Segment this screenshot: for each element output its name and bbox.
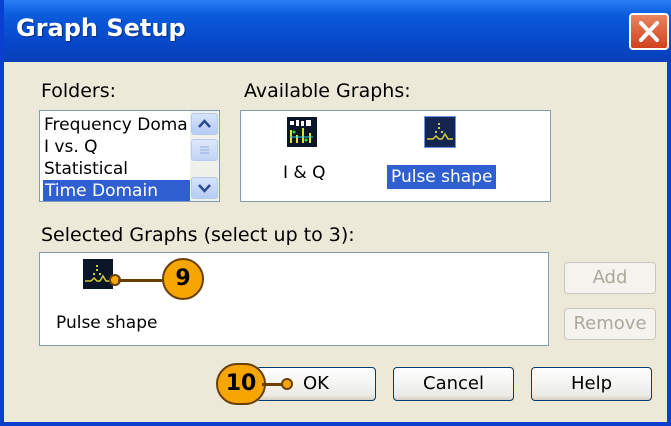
- folder-item-time-domain[interactable]: Time Domain: [43, 180, 191, 201]
- graph-item-iq-label: I & Q: [283, 163, 326, 183]
- cancel-button[interactable]: Cancel: [393, 367, 514, 401]
- graph-item-pulse-shape[interactable]: Pulse shape: [387, 116, 507, 193]
- available-graphs-label: Available Graphs:: [244, 80, 411, 102]
- folders-listbox[interactable]: Frequency Doma I vs. Q Statistical Time …: [39, 110, 220, 202]
- pulse-shape-graph-icon: [424, 116, 456, 148]
- folder-item-frequency[interactable]: Frequency Doma: [44, 114, 188, 136]
- help-button[interactable]: Help: [531, 367, 652, 401]
- available-graphs-pane: I & Q Pulse shape: [240, 110, 551, 202]
- folders-label: Folders:: [41, 80, 117, 102]
- callout-9-leader-line: [118, 279, 168, 282]
- folders-scrollbar[interactable]: [190, 111, 219, 201]
- selected-graphs-label: Selected Graphs (select up to 3):: [41, 224, 355, 246]
- close-button[interactable]: [629, 13, 669, 50]
- grip-icon: [200, 146, 209, 154]
- graph-item-pulse-shape-label: Pulse shape: [387, 165, 497, 189]
- callout-10-badge: 10: [216, 363, 266, 405]
- pulse-shape-graph-icon: [83, 259, 113, 289]
- graph-item-iq[interactable]: I & Q: [279, 117, 339, 193]
- folder-item-statistical[interactable]: Statistical: [44, 158, 128, 180]
- selected-graph-label: Pulse shape: [56, 313, 158, 333]
- scroll-up-button[interactable]: [191, 113, 218, 135]
- graph-setup-dialog: Graph Setup Folders: Frequency Doma I vs…: [0, 0, 671, 426]
- remove-button[interactable]: Remove: [564, 308, 656, 340]
- scroll-down-button[interactable]: [191, 177, 218, 199]
- window-title: Graph Setup: [16, 14, 186, 42]
- selected-graph-pulse-shape[interactable]: Pulse shape: [50, 259, 180, 339]
- selected-graphs-pane: Pulse shape: [39, 252, 549, 346]
- close-icon: [639, 21, 659, 42]
- title-bar[interactable]: Graph Setup: [4, 0, 671, 62]
- callout-10-pointer-dot: [281, 378, 293, 390]
- chevron-up-icon: [198, 119, 211, 128]
- folder-item-i-vs-q[interactable]: I vs. Q: [44, 136, 98, 158]
- scroll-thumb[interactable]: [191, 139, 218, 161]
- chevron-down-icon: [198, 184, 211, 193]
- add-button[interactable]: Add: [564, 262, 656, 294]
- iq-graph-icon: [287, 117, 317, 147]
- callout-9-badge: 9: [162, 258, 204, 300]
